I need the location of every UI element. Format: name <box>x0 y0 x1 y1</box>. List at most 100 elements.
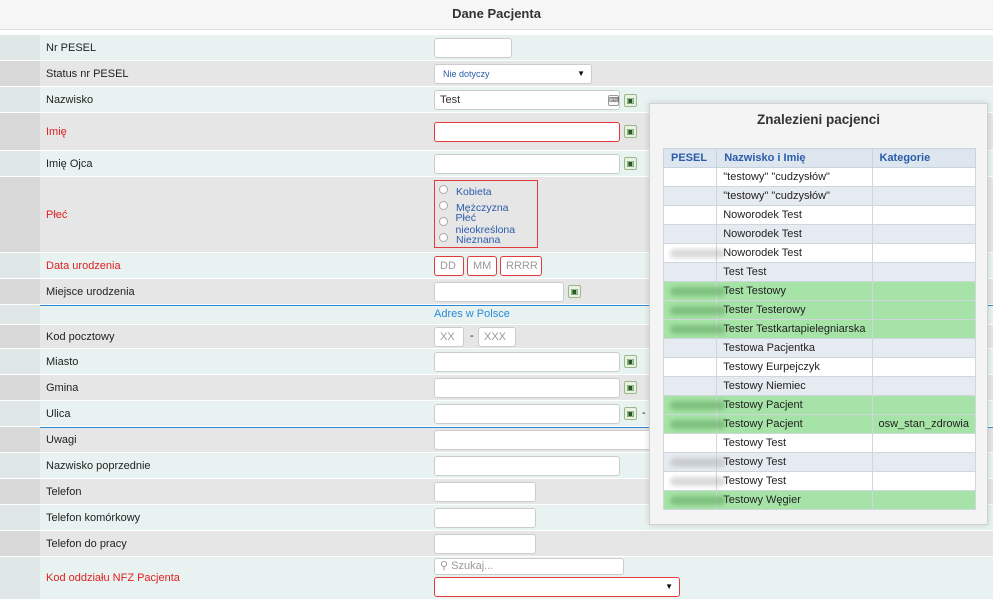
cell-kategorie <box>871 243 976 263</box>
cell-nazwisko-imie: Testowy Węgier <box>716 490 873 510</box>
data-urodzenia-label: Data urodzenia <box>40 253 426 279</box>
cell-kategorie: osw_stan_zdrowia <box>871 414 976 434</box>
dictionary-picker-icon[interactable]: ▣ <box>624 125 637 138</box>
redacted-pesel <box>670 249 726 258</box>
cell-pesel <box>662 433 718 453</box>
postal-code-part2-input[interactable]: XXX <box>478 327 516 347</box>
imie-ojca-input[interactable] <box>434 154 620 174</box>
cell-nazwisko-imie: Testowy Test <box>716 452 873 472</box>
nfz-search-input[interactable]: ⚲ Szukaj... <box>434 558 624 575</box>
gender-option-nieokreslona[interactable]: Płeć nieokreślona <box>439 212 533 236</box>
miejsce-urodzenia-input[interactable] <box>434 282 564 302</box>
table-row[interactable]: Testowy Pacjent <box>662 395 976 415</box>
table-row[interactable]: Test Testowy <box>662 281 976 301</box>
radio-button[interactable] <box>439 185 448 194</box>
nfz-select[interactable]: ▼ <box>434 577 680 597</box>
redacted-pesel <box>670 458 726 467</box>
nazwisko-poprzednie-label: Nazwisko poprzednie <box>40 453 426 479</box>
table-row[interactable]: Testowy Eurpejczyk <box>662 357 976 377</box>
ulica-input[interactable] <box>434 404 620 424</box>
chevron-down-icon: ▼ <box>665 582 673 591</box>
dictionary-picker-icon[interactable]: ▣ <box>568 285 581 298</box>
chevron-down-icon: ▼ <box>577 69 585 78</box>
cell-pesel <box>662 186 718 206</box>
telefon-input[interactable] <box>434 482 536 502</box>
search-icon: ⚲ <box>440 560 449 572</box>
telefon-do-pracy-input[interactable] <box>434 534 536 554</box>
pesel-input[interactable] <box>434 38 512 58</box>
cell-kategorie <box>871 433 976 453</box>
ulica-label: Ulica <box>40 401 426 427</box>
radio-button[interactable] <box>439 201 448 210</box>
table-row[interactable]: Test Test <box>662 262 976 282</box>
table-row[interactable]: Tester Testkartapielegniarska <box>662 319 976 339</box>
col-kategorie[interactable]: Kategorie <box>871 148 976 168</box>
telefon-do-pracy-label: Telefon do pracy <box>40 531 426 557</box>
table-row[interactable]: "testowy" "cudzysłów" <box>662 167 976 187</box>
table-row[interactable]: Noworodek Test <box>662 224 976 244</box>
page-title: Dane Pacjenta <box>0 0 993 30</box>
table-row[interactable]: Testowa Pacjentka <box>662 338 976 358</box>
dictionary-picker-icon[interactable]: ▣ <box>624 407 637 420</box>
uwagi-label: Uwagi <box>40 427 426 453</box>
nazwisko-input[interactable]: Test <box>434 90 620 110</box>
col-nazwisko-imie[interactable]: Nazwisko i Imię <box>716 148 873 168</box>
table-row[interactable]: Testowy Test <box>662 471 976 491</box>
col-pesel[interactable]: PESEL <box>662 148 718 168</box>
radio-button[interactable] <box>439 233 448 242</box>
table-row[interactable]: Testowy Pacjent osw_stan_zdrowia <box>662 414 976 434</box>
dictionary-picker-icon[interactable]: ▣ <box>624 381 637 394</box>
cell-kategorie <box>871 319 976 339</box>
redacted-pesel <box>670 477 726 486</box>
cell-kategorie <box>871 167 976 187</box>
nazwisko-poprzednie-input[interactable] <box>434 456 620 476</box>
kod-pocztowy-label: Kod pocztowy <box>40 325 426 349</box>
cell-nazwisko-imie: "testowy" "cudzysłów" <box>716 186 873 206</box>
pesel-status-label: Status nr PESEL <box>40 61 426 87</box>
miasto-input[interactable] <box>434 352 620 372</box>
redacted-pesel <box>670 401 726 410</box>
radio-button[interactable] <box>439 217 448 226</box>
birth-day-input[interactable]: DD <box>434 256 464 276</box>
row-nfz: Kod oddziału NFZ Pacjenta ⚲ Szukaj... ▼ <box>0 557 993 600</box>
table-row[interactable]: Noworodek Test <box>662 205 976 225</box>
gmina-input[interactable] <box>434 378 620 398</box>
imie-input[interactable] <box>434 122 620 142</box>
cell-nazwisko-imie: Noworodek Test <box>716 224 873 244</box>
row-telefon-do-pracy: Telefon do pracy <box>0 531 993 557</box>
table-row[interactable]: Noworodek Test <box>662 243 976 263</box>
cell-kategorie <box>871 281 976 301</box>
cell-nazwisko-imie: Testowy Niemiec <box>716 376 873 396</box>
postal-code-part1-input[interactable]: XX <box>434 327 464 347</box>
dictionary-picker-icon[interactable]: ▣ <box>624 355 637 368</box>
cell-kategorie <box>871 205 976 225</box>
cell-nazwisko-imie: Testowy Test <box>716 433 873 453</box>
cell-kategorie <box>871 224 976 244</box>
table-row[interactable]: Testowy Węgier <box>662 490 976 510</box>
miejsce-urodzenia-label: Miejsce urodzenia <box>40 279 426 305</box>
pesel-label: Nr PESEL <box>40 35 426 61</box>
adres-w-polsce-link[interactable]: Adres w Polsce <box>434 308 510 320</box>
cell-kategorie <box>871 186 976 206</box>
table-row[interactable]: "testowy" "cudzysłów" <box>662 186 976 206</box>
gender-option-kobieta[interactable]: Kobieta <box>439 184 533 200</box>
birth-year-input[interactable]: RRRR <box>500 256 542 276</box>
table-row[interactable]: Testowy Test <box>662 452 976 472</box>
keyboard-icon[interactable]: ⌨ <box>608 95 619 106</box>
postal-dash: - <box>470 330 474 342</box>
redacted-pesel <box>670 325 726 334</box>
cell-pesel <box>662 167 718 187</box>
dictionary-picker-icon[interactable]: ▣ <box>624 94 637 107</box>
telefon-komorkowy-input[interactable] <box>434 508 536 528</box>
pesel-status-select[interactable]: Nie dotyczy ▼ <box>434 64 592 84</box>
cell-pesel <box>662 243 726 263</box>
table-row[interactable]: Testowy Niemiec <box>662 376 976 396</box>
dictionary-picker-icon[interactable]: ▣ <box>624 157 637 170</box>
cell-pesel <box>662 490 726 510</box>
cell-pesel <box>662 376 718 396</box>
table-row[interactable]: Tester Testerowy <box>662 300 976 320</box>
uwagi-input[interactable] <box>434 430 654 450</box>
birth-month-input[interactable]: MM <box>467 256 497 276</box>
cell-kategorie <box>871 262 976 282</box>
table-row[interactable]: Testowy Test <box>662 433 976 453</box>
